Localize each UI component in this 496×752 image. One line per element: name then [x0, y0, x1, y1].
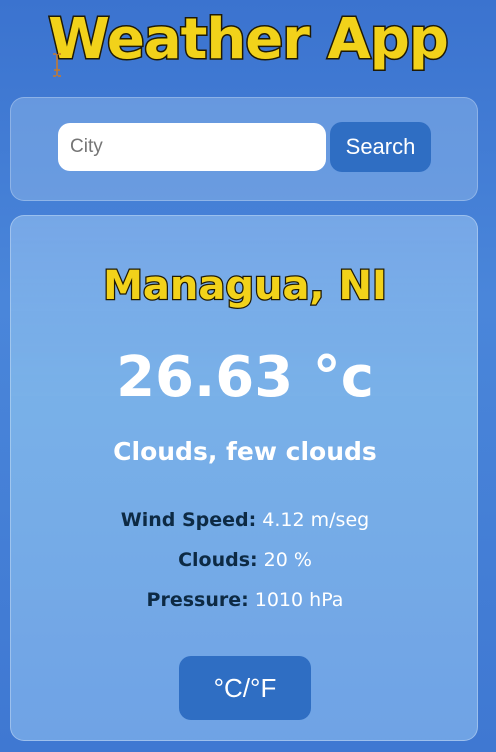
- temperature-value: 26.63 °c: [116, 345, 374, 410]
- unit-toggle-button[interactable]: °C/°F: [179, 656, 311, 720]
- app-title: Weather App: [47, 6, 451, 74]
- wind-speed-value: 4.12 m/seg: [256, 509, 370, 531]
- search-button[interactable]: Search: [330, 122, 431, 172]
- city-name: Managua, NI: [102, 262, 388, 311]
- weather-description: Clouds, few clouds: [113, 437, 377, 466]
- wind-speed-row: Wind Speed: 4.12 m/seg: [11, 506, 479, 534]
- pressure-row: Pressure: 1010 hPa: [11, 586, 479, 614]
- city-search-input[interactable]: [58, 123, 326, 171]
- pressure-label: Pressure:: [146, 589, 249, 611]
- weather-card: Managua, NI 26.63 °c Clouds, few clouds …: [10, 215, 478, 741]
- search-panel: Search: [10, 97, 478, 201]
- clouds-value: 20 %: [257, 549, 312, 571]
- pressure-value: 1010 hPa: [248, 589, 344, 611]
- clouds-label: Clouds:: [178, 549, 258, 571]
- text-cursor-icon: [53, 53, 61, 77]
- clouds-row: Clouds: 20 %: [11, 546, 479, 574]
- wind-speed-label: Wind Speed:: [120, 509, 257, 531]
